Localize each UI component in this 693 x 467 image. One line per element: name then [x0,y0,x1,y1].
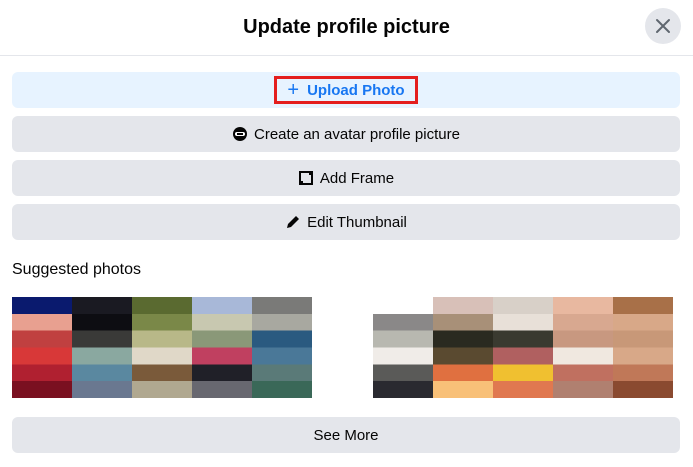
pencil-icon [285,214,301,230]
create-avatar-label: Create an avatar profile picture [254,125,460,143]
suggested-photo[interactable] [493,297,553,398]
dialog-title: Update profile picture [243,16,450,38]
suggested-photo[interactable] [252,297,312,398]
upload-photo-label: Upload Photo [307,81,405,99]
suggested-photo[interactable] [433,297,493,398]
suggested-photo[interactable] [192,297,252,398]
suggested-photos-title: Suggested photos [12,261,141,278]
close-icon [656,19,670,33]
suggested-photo[interactable] [553,297,613,398]
upload-photo-button[interactable]: + Upload Photo [12,72,680,108]
see-more-button[interactable]: See More [12,417,680,453]
add-frame-label: Add Frame [319,169,395,187]
suggested-photo[interactable] [12,297,72,398]
dialog-header: Update profile picture [0,0,693,56]
suggested-photo[interactable] [613,297,673,398]
create-avatar-button[interactable]: Create an avatar profile picture [12,116,680,152]
suggested-photo[interactable] [72,297,132,398]
suggested-photo[interactable] [132,297,192,398]
edit-thumbnail-button[interactable]: Edit Thumbnail [12,204,680,240]
suggested-photo[interactable] [373,297,433,398]
avatar-icon [232,126,248,142]
suggested-photos-right-group [373,297,673,398]
frame-icon [298,170,314,186]
upload-photo-highlight[interactable]: + Upload Photo [274,76,418,104]
suggested-photos-left-group [12,297,312,398]
plus-icon: + [287,79,300,101]
close-button[interactable] [645,8,681,44]
edit-thumbnail-label: Edit Thumbnail [307,213,407,231]
add-frame-button[interactable]: Add Frame [12,160,680,196]
see-more-label: See More [313,426,379,444]
